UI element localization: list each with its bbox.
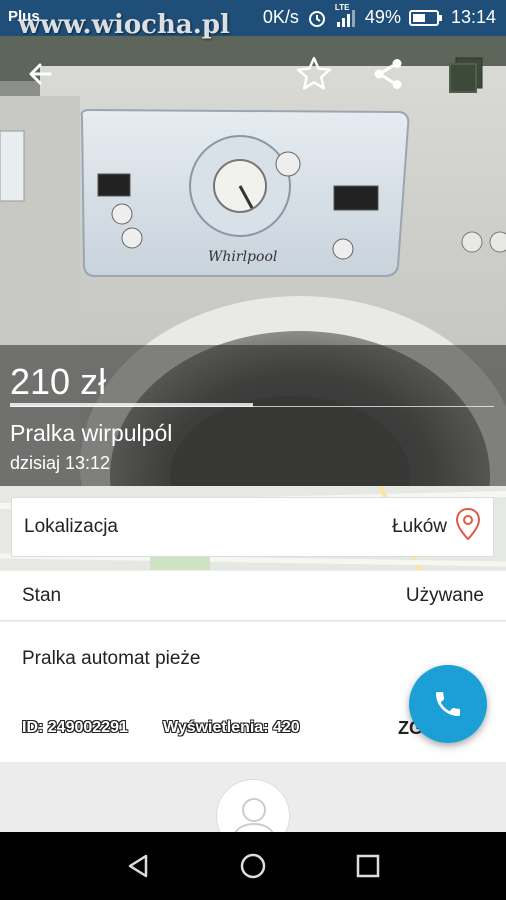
- network-type: LTE: [334, 2, 350, 12]
- call-button[interactable]: [409, 665, 487, 743]
- clock: 13:14: [450, 7, 496, 27]
- photo-page-indicator: [10, 403, 253, 407]
- user-icon: [234, 798, 274, 832]
- signal-icon: LTE: [335, 3, 357, 28]
- gallery-icon[interactable]: [440, 48, 492, 100]
- svg-text:Whirlpool: Whirlpool: [208, 249, 277, 265]
- watermark: www.wiocha.pl: [18, 10, 230, 40]
- toolbar: [0, 36, 506, 112]
- battery-percent: 49%: [364, 7, 401, 27]
- arrow-back-icon[interactable]: [14, 48, 66, 100]
- system-nav-bar: [0, 832, 506, 900]
- listing-title: Pralka wirpulpól: [10, 420, 173, 446]
- condition-value: Używane: [405, 585, 484, 606]
- status-icons: 0K/s LTE 49% 13:14: [262, 3, 496, 28]
- star-outline-icon[interactable]: [288, 48, 340, 100]
- listing-overlay: 210 zł Pralka wirpulpól dzisiaj 13:12: [0, 345, 506, 486]
- avatar[interactable]: [216, 779, 290, 832]
- listing-id: ID: 249002291: [22, 719, 128, 736]
- location-label: Lokalizacja: [24, 516, 118, 537]
- condition-label: Stan: [22, 585, 62, 606]
- battery-icon: [408, 9, 443, 27]
- description-text: Pralka automat pieże: [22, 648, 201, 669]
- alarm-icon: [307, 8, 327, 28]
- view-count: Wyświetlenia: 420: [163, 719, 300, 736]
- nav-home-icon[interactable]: [223, 836, 283, 896]
- nav-back-icon[interactable]: [108, 836, 168, 896]
- share-icon[interactable]: [362, 48, 414, 100]
- location-row[interactable]: Lokalizacja Łuków: [11, 497, 494, 557]
- status-bar: Plus www.wiocha.pl 0K/s LTE 49% 13:14: [0, 0, 506, 40]
- phone-icon: [436, 692, 460, 716]
- location-value-group: Łuków: [392, 507, 481, 547]
- condition-row: Stan Używane: [0, 571, 506, 621]
- map-pin-icon: [455, 507, 481, 547]
- price: 210 zł: [10, 361, 107, 402]
- location-value: Łuków: [392, 516, 447, 537]
- listing-date: dzisiaj 13:12: [10, 453, 111, 473]
- network-speed: 0K/s: [262, 7, 299, 27]
- seller-section: [0, 762, 506, 832]
- nav-recents-icon[interactable]: [338, 836, 398, 896]
